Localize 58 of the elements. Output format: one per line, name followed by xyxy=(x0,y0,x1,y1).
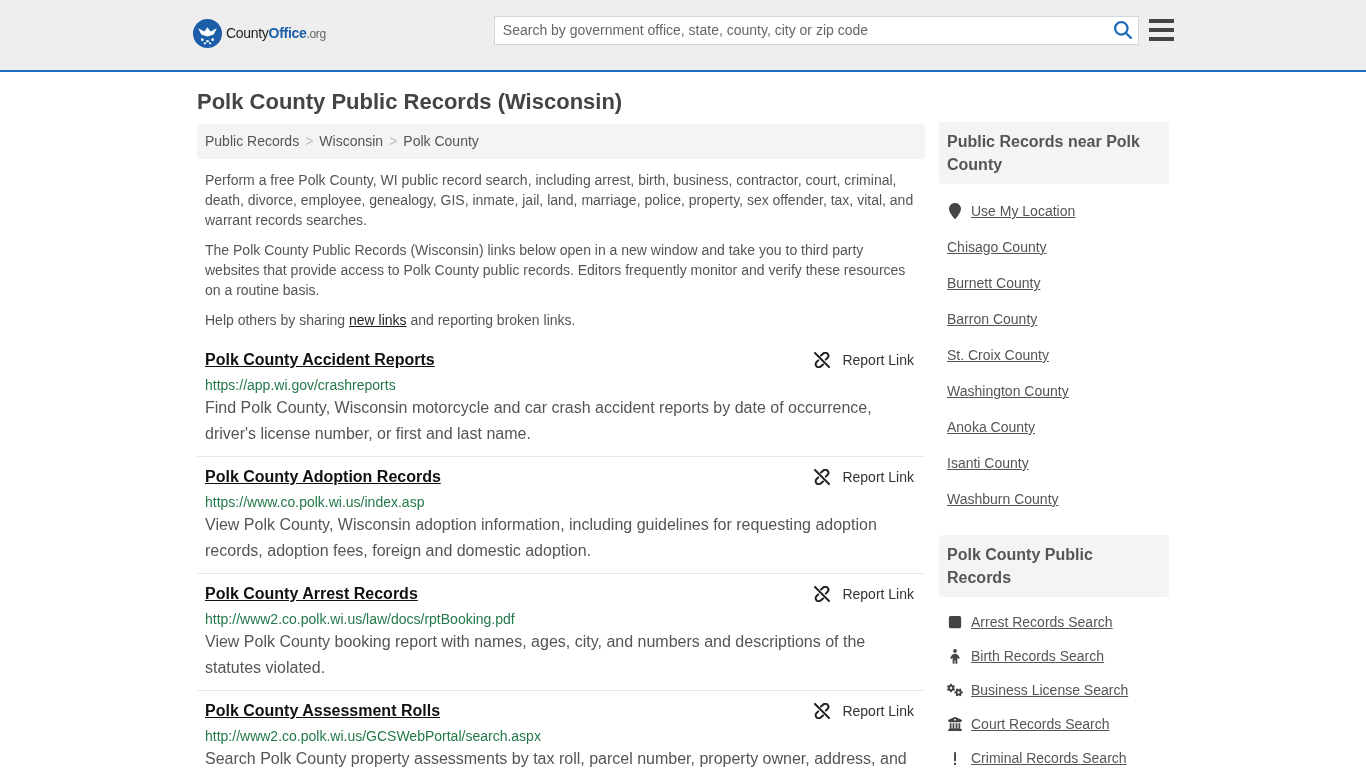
child-icon xyxy=(949,648,961,664)
listing-description: View Polk County booking report with names, ages, city, and numbers and descriptions of the statutes violated. xyxy=(205,632,867,678)
sidebar-heading: Public Records near Polk County xyxy=(939,122,1169,184)
listing-title-link[interactable]: Polk County Adoption Records xyxy=(205,467,441,487)
intro-paragraph: The Polk County Public Records (Wisconsin) links below open in a new window and take you to third party websites that provide access to Polk County public records. Editors frequently monitor and verify these resources on a routine basis. xyxy=(205,241,907,300)
listing-title-link[interactable]: Polk County Accident Reports xyxy=(205,350,435,370)
breadcrumb-link[interactable]: Wisconsin xyxy=(319,131,384,152)
listing-url: https://www.co.polk.wi.us/index.asp xyxy=(205,493,425,511)
listing-description: Search Polk County property assessments by tax roll, parcel number, property owner, address, and xyxy=(205,749,908,768)
report-link[interactable]: Report Link xyxy=(814,349,914,371)
sidebar-link[interactable]: Barron County xyxy=(947,309,1038,329)
listing-description: Find Polk County, Wisconsin motorcycle and car crash accident reports by date of occurrence, driver's license number, or first and last name. xyxy=(205,398,873,444)
breadcrumb-link[interactable]: Public Records xyxy=(205,131,300,152)
sidebar-link[interactable]: Arrest Records Search xyxy=(971,612,1113,632)
listing-url: https://app.wi.gov/crashreports xyxy=(205,376,396,394)
listing-title-link[interactable]: Polk County Assessment Rolls xyxy=(205,701,441,721)
unlink-icon xyxy=(814,352,831,368)
sidebar-link[interactable]: Burnett County xyxy=(947,273,1041,293)
report-link[interactable]: Report Link xyxy=(814,466,914,488)
report-link[interactable]: Report Link xyxy=(814,583,914,605)
search-icon xyxy=(1114,20,1132,39)
breadcrumb-separator: > xyxy=(305,132,314,151)
unlink-icon xyxy=(814,703,831,719)
exclamation-icon xyxy=(952,750,958,766)
sidebar-link[interactable]: Birth Records Search xyxy=(971,646,1105,666)
search-button[interactable] xyxy=(1113,19,1133,40)
sidebar-link[interactable]: Business License Search xyxy=(971,680,1129,700)
sidebar-link[interactable]: St. Croix County xyxy=(947,345,1049,365)
report-link[interactable]: Report Link xyxy=(814,700,914,722)
sidebar-heading: Polk County Public Records xyxy=(939,535,1169,597)
new-links-link[interactable]: new links xyxy=(348,312,407,328)
map-pin-icon xyxy=(949,203,961,219)
breadcrumb-link[interactable]: Polk County xyxy=(403,131,479,152)
listing-description: View Polk County, Wisconsin adoption information, including guidelines for requesting adoption records, adoption fees, foreign and domestic adoption. xyxy=(205,515,878,561)
sidebar-link[interactable]: Washington County xyxy=(947,381,1069,401)
intro-paragraph: Perform a free Polk County, WI public record search, including arrest, birth, business, contractor, court, criminal, death, divorce, employee, genealogy, GIS, inmate, jail, land, marriage, police, property, sex offender, tax, vital, and warrant records searches. xyxy=(205,171,915,230)
sidebar-link[interactable]: Anoka County xyxy=(947,417,1035,437)
unlink-icon xyxy=(814,586,831,602)
listing-title-link[interactable]: Polk County Arrest Records xyxy=(205,584,418,604)
sidebar-link[interactable]: Criminal Records Search xyxy=(971,748,1127,768)
menu-icon xyxy=(1149,19,1174,41)
page-title: Polk County Public Records (Wisconsin) xyxy=(197,88,623,116)
intro-paragraph: Help others by sharing new links and reporting broken links. xyxy=(205,311,577,330)
logo-wordmark[interactable]: CountyOffice.org xyxy=(226,25,326,41)
breadcrumb-separator: > xyxy=(389,132,398,151)
listing-url: http://www2.co.polk.wi.us/GCSWebPortal/search.aspx xyxy=(205,727,541,745)
sidebar-link[interactable]: Use My Location xyxy=(971,201,1076,221)
gears-icon xyxy=(947,683,963,697)
listing-url: http://www2.co.polk.wi.us/law/docs/rptBooking.pdf xyxy=(205,610,515,628)
menu-button[interactable] xyxy=(1149,19,1174,41)
sidebar-link[interactable]: Court Records Search xyxy=(971,714,1110,734)
search-field[interactable]: Search by government office, state, county, city or zip code xyxy=(493,15,1139,45)
sidebar-link[interactable]: Isanti County xyxy=(947,453,1029,473)
building-columns-icon xyxy=(948,717,962,731)
unlink-icon xyxy=(814,469,831,485)
sidebar-link[interactable]: Washburn County xyxy=(947,489,1059,509)
logo-icon xyxy=(193,18,222,48)
sidebar-link[interactable]: Chisago County xyxy=(947,237,1047,257)
